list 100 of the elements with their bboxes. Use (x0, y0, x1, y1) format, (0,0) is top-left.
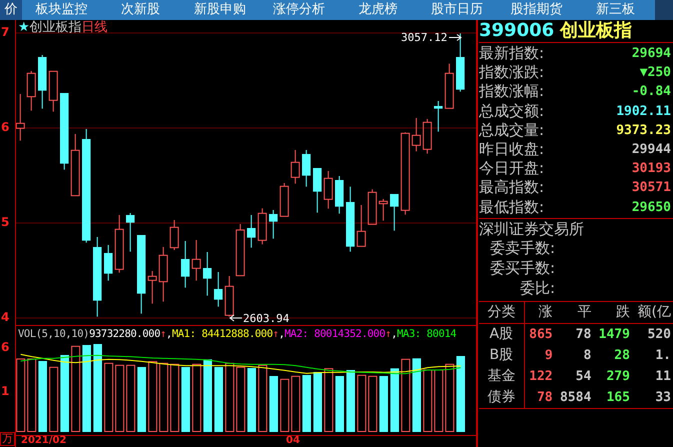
volume-bar (247, 368, 256, 432)
candlestick (335, 176, 344, 214)
volume-bar (49, 366, 58, 432)
column-header: 涨 (524, 301, 555, 324)
candlestick (114, 214, 124, 274)
table-cell-text: 279 (605, 368, 631, 386)
nav-tab[interactable]: 板块监控 (22, 0, 102, 20)
nav-tab[interactable]: 新股申购 (180, 0, 260, 20)
axis-label: 7 (1, 26, 10, 38)
high-price-label: 3057.12 (401, 31, 448, 44)
volume-bar (423, 370, 432, 432)
legend-text: ↑ (385, 328, 392, 340)
volume-bar (38, 361, 47, 432)
stock-code: 399006 (479, 20, 554, 41)
leader-arrow (229, 314, 242, 322)
axis-label: 5 (1, 216, 10, 228)
nav-tab[interactable]: 次新股 (101, 0, 180, 20)
field-label: 最高指数: (479, 178, 544, 198)
field-label: 委比: (518, 278, 555, 299)
volume-bar (236, 366, 246, 432)
table-cell: B股 (479, 344, 524, 366)
field-label: 今日开盘: (479, 159, 544, 178)
field-label: 委买手数: (488, 258, 555, 279)
candlestick (203, 252, 212, 296)
nav-tab[interactable]: 新三板 (576, 0, 655, 20)
candlestick (444, 63, 454, 109)
axis-label: 6 (1, 121, 10, 133)
table-cell: 78 (554, 323, 594, 345)
volume-bar (291, 376, 300, 432)
table-cell: 8584 (554, 386, 594, 408)
volume-bar (115, 364, 124, 432)
table-cell: 165 (593, 386, 632, 408)
candlestick (324, 170, 333, 210)
candlestick (434, 100, 443, 132)
field-label: 委卖手数: (488, 238, 555, 259)
candlestick (214, 272, 223, 308)
field-label: 总成交量: (479, 120, 544, 140)
table-cell: 1479 (593, 323, 632, 345)
table-cell: 债券 (479, 386, 524, 408)
field-label: 总成交额: (479, 102, 544, 121)
table-cell: 9 (524, 344, 555, 366)
table-cell-text: 8 (582, 346, 592, 365)
volume-bar (346, 370, 355, 432)
candlestick (38, 54, 47, 110)
volume-bar (148, 361, 158, 432)
field-value: 29650 (632, 198, 672, 216)
candlestick (158, 246, 168, 302)
candlestick (70, 134, 80, 196)
volume-bar (390, 368, 399, 432)
volume-bar (258, 364, 268, 432)
candlestick (181, 240, 190, 288)
volume-bar (214, 367, 223, 432)
column-header: 平 (554, 301, 594, 324)
leader-arrow (448, 34, 462, 41)
candlestick (236, 224, 245, 276)
volume-bar (225, 362, 234, 432)
candlestick (378, 198, 388, 222)
nav-tab[interactable]: 股市日历 (418, 0, 497, 20)
volume-bar (126, 364, 136, 432)
axis-label: 4 (1, 311, 10, 323)
legend-text: ↑ (272, 328, 279, 340)
candlestick (422, 118, 432, 154)
candlestick (192, 240, 201, 282)
legend-text: , (391, 328, 397, 340)
date-label: 04 (286, 435, 300, 446)
volume-bar (445, 364, 454, 432)
chart-title: 创业板指 (30, 20, 82, 35)
column-header: 分类 (479, 301, 524, 324)
nav-tab[interactable]: 价 (0, 0, 22, 20)
column-header: 额(亿 (632, 301, 673, 324)
nav-panel (655, 0, 673, 20)
table-cell-text: 1. (654, 346, 672, 365)
candlestick (16, 94, 25, 142)
table-cell: 78 (524, 386, 555, 408)
volume-bar (434, 370, 444, 432)
nav-tab[interactable]: 涨停分析 (259, 0, 338, 20)
candlestick (313, 168, 322, 214)
legend-text: MA1: 84412888.000 (172, 328, 273, 340)
candlestick (48, 70, 58, 112)
volume-bar (324, 368, 334, 432)
candlestick (302, 150, 311, 188)
candlestick (290, 150, 300, 184)
field-value: 1902.11 (616, 102, 672, 121)
nav-tab[interactable]: 股指期货 (496, 0, 576, 20)
field-label: 指数涨幅: (479, 82, 544, 102)
candlestick (26, 70, 36, 112)
table-cell: 基金 (479, 366, 524, 387)
field-value: 29944 (632, 140, 672, 159)
table-cell: A股 (479, 323, 524, 345)
candlestick (269, 210, 278, 240)
low-price-label: 2603.94 (243, 312, 290, 325)
legend-text: MA2: 80014352.000 (284, 328, 386, 340)
candlestick (368, 188, 377, 225)
stock-name: 创业板指 (560, 20, 632, 41)
field-label: 指数涨跌: (479, 63, 544, 82)
field-value: -0.84 (632, 83, 672, 102)
table-cell: 122 (524, 366, 555, 387)
table-cell: 33 (632, 386, 673, 408)
nav-tab[interactable]: 龙虎榜 (338, 0, 418, 20)
unit-label: 万 (0, 432, 15, 446)
